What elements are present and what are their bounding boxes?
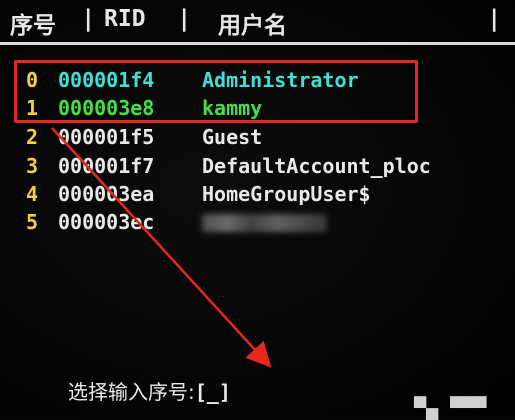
prompt-input[interactable]: [_] — [195, 380, 231, 404]
selection-prompt: 选择输入序号:[_] — [68, 376, 231, 405]
arrow-line — [51, 127, 272, 368]
prompt-label: 选择输入序号: — [68, 380, 195, 404]
cutoff-text: ▀▄ ▀▀▀ — [414, 396, 487, 420]
arrow-annotation — [51, 127, 272, 368]
terminal-screen: 序号 | RID | 用户名 | 0 000001f4 Administrato… — [0, 0, 515, 420]
